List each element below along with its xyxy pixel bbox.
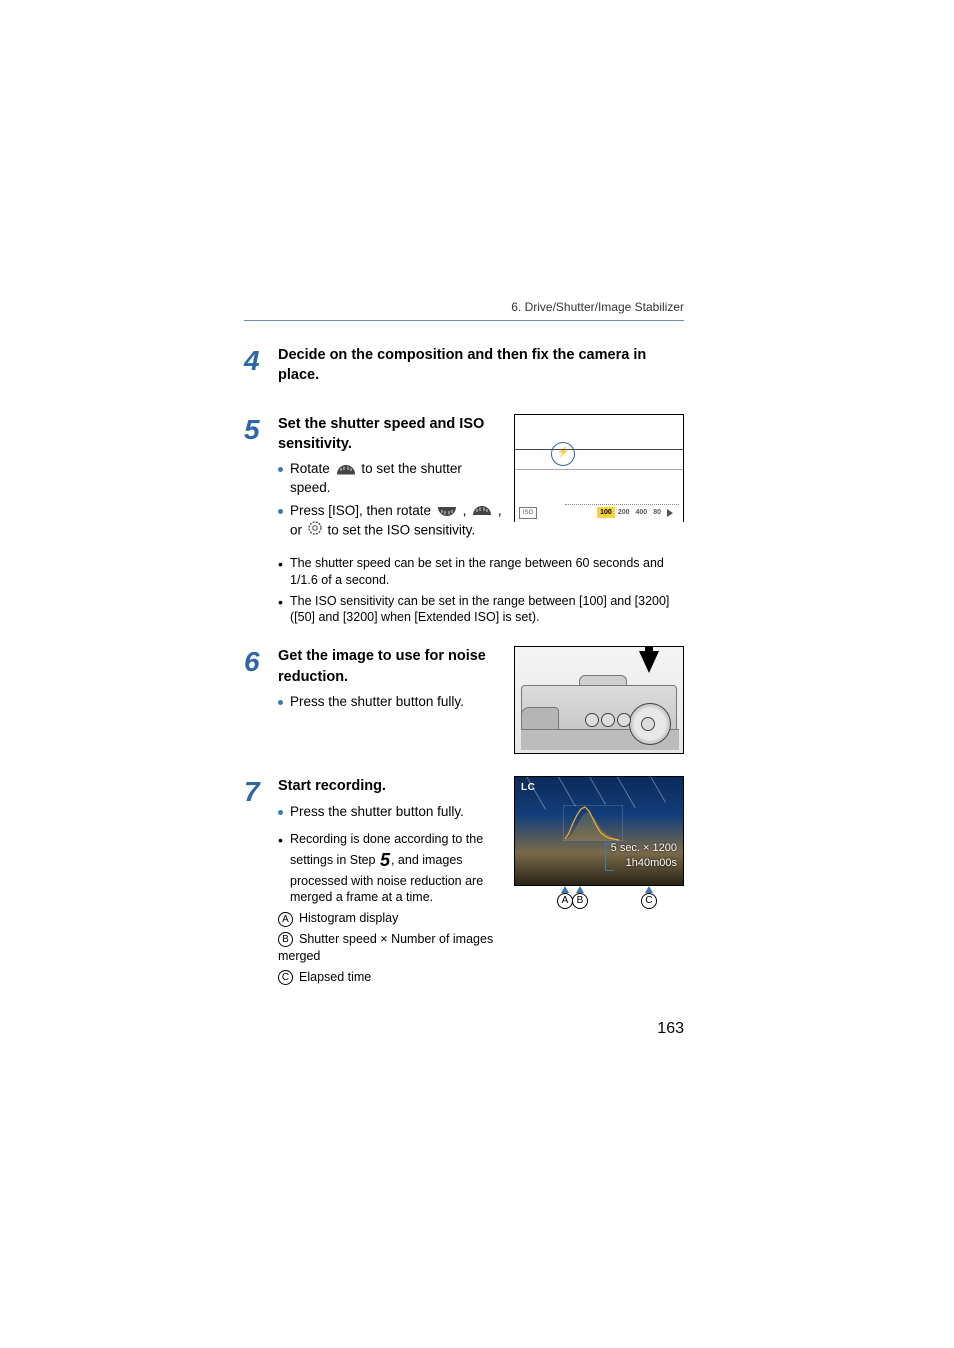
step-4: 4 Decide on the composition and then fix…: [244, 345, 684, 392]
step-6-bullet-1: Press the shutter button fully.: [278, 693, 502, 712]
step-5: 5 Set the shutter speed and ISO sensitiv…: [244, 414, 684, 545]
step-6-number: 6: [244, 646, 278, 676]
flash-icon: ⚡: [557, 446, 569, 460]
step-7-number: 7: [244, 776, 278, 806]
control-dial-icon: [308, 521, 322, 541]
step-5-notes: The shutter speed can be set in the rang…: [278, 555, 684, 627]
step-5-note-2: The ISO sensitivity can be set in the ra…: [278, 593, 684, 627]
label-B: B: [572, 893, 588, 909]
step-7: 7 Start recording. Press the shutter but…: [244, 776, 684, 990]
step-4-title: Decide on the composition and then fix t…: [278, 345, 684, 386]
rear-dial-icon: [336, 465, 356, 475]
label-C: C: [641, 893, 657, 909]
step-7-figure-labels: A B C: [514, 886, 684, 908]
step-6-figure: [514, 646, 684, 754]
page: 6. Drive/Shutter/Image Stabilizer 4 Deci…: [0, 0, 954, 1348]
step-7-figure: LC 5 sec. × 1200 1h40m00s: [514, 776, 684, 886]
step-5-title: Set the shutter speed and ISO sensitivit…: [278, 414, 502, 455]
step-7-ref-A: AHistogram display: [278, 910, 502, 927]
step-5-number: 5: [244, 414, 278, 444]
step-7-note-1: Recording is done according to the setti…: [278, 831, 502, 906]
step-7-ref-C: CElapsed time: [278, 969, 502, 986]
rear-dial-icon: [472, 506, 492, 516]
lc-indicator: LC: [521, 781, 535, 795]
step-6: 6 Get the image to use for noise reducti…: [244, 646, 684, 754]
step-5-bullet-1: Rotate to set the shutter speed.: [278, 460, 502, 498]
step-4-number: 4: [244, 345, 278, 375]
histogram-icon: [563, 805, 623, 841]
label-A: A: [557, 893, 573, 909]
breadcrumb: 6. Drive/Shutter/Image Stabilizer: [244, 300, 684, 321]
overlay-line-2: 1h40m00s: [626, 856, 677, 871]
step-ref-5: 5: [379, 850, 391, 870]
step-5-note-1: The shutter speed can be set in the rang…: [278, 555, 684, 589]
step-7-ref-B: BShutter speed × Number of images merged: [278, 931, 502, 965]
page-number: 163: [657, 1020, 684, 1038]
press-arrow-icon: [639, 651, 659, 673]
step-6-title: Get the image to use for noise reduction…: [278, 646, 502, 687]
front-dial-icon: [437, 506, 457, 516]
step-7-title: Start recording.: [278, 776, 502, 796]
iso-scale: 100 200 400 80: [597, 507, 679, 519]
step-5-bullet-2: Press [ISO], then rotate , , or to set t…: [278, 502, 502, 541]
step-5-figure: ⚡ ISO 100 200 400 80: [514, 414, 684, 522]
iso-indicator: ISO: [519, 507, 537, 519]
step-7-bullet-1: Press the shutter button fully.: [278, 803, 502, 822]
overlay-line-1: 5 sec. × 1200: [611, 841, 677, 856]
